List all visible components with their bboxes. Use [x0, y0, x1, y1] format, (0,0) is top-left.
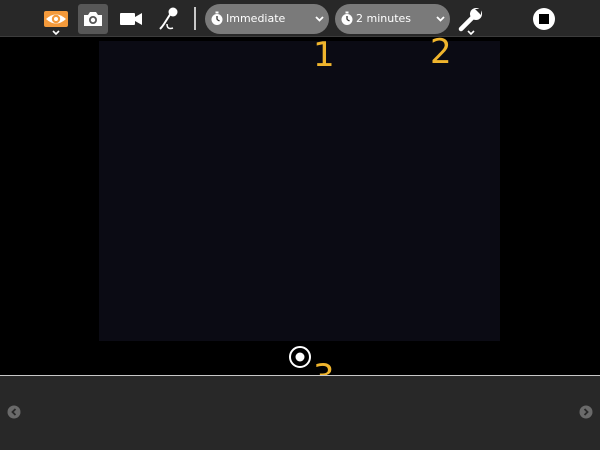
- stop-icon: [533, 8, 555, 30]
- chevron-down-icon: [436, 16, 445, 22]
- video-camera-icon: [120, 13, 142, 25]
- camera-preview: [99, 41, 500, 341]
- video-mode-button[interactable]: [116, 4, 146, 34]
- duration-select[interactable]: 2 minutes: [335, 4, 450, 34]
- media-tray: [0, 376, 600, 450]
- scroll-left-icon[interactable]: [7, 405, 21, 419]
- chevron-down-icon: [315, 16, 324, 22]
- callout-2: 2: [430, 32, 452, 72]
- clock-icon: [211, 11, 223, 25]
- chevron-down-icon: [52, 30, 60, 35]
- chevron-down-icon: [467, 30, 475, 35]
- camera-icon: [84, 12, 102, 26]
- main-toolbar: Immediate 2 minutes: [0, 0, 600, 37]
- eye-icon: [44, 11, 68, 27]
- toolbar-separator: [194, 7, 196, 30]
- scroll-right-icon[interactable]: [579, 405, 593, 419]
- duration-select-value: 2 minutes: [356, 12, 412, 25]
- audio-mode-button[interactable]: [154, 4, 184, 34]
- microphone-icon: [159, 7, 178, 30]
- clock-icon: [341, 11, 353, 25]
- wrench-icon: [458, 8, 482, 32]
- stop-button[interactable]: [529, 4, 559, 34]
- camera-mode-button[interactable]: [78, 4, 108, 34]
- timer-select[interactable]: Immediate: [205, 4, 329, 34]
- record-icon[interactable]: [288, 345, 312, 369]
- callout-1: 1: [313, 35, 335, 75]
- timer-select-value: Immediate: [226, 12, 286, 25]
